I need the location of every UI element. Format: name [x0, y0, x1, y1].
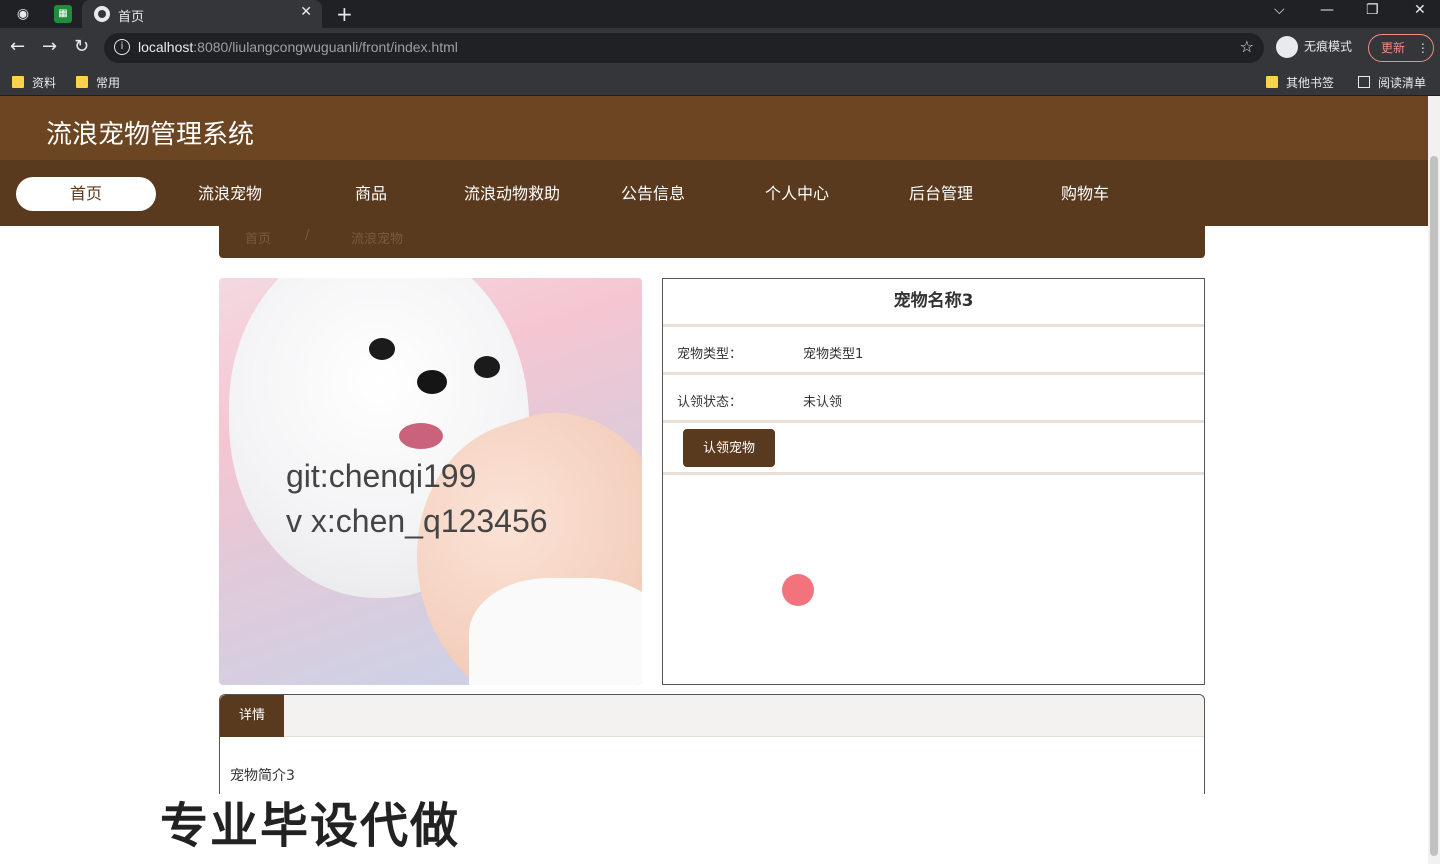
- nav-personal-center[interactable]: 个人中心: [727, 177, 867, 211]
- globe-icon: [94, 6, 110, 22]
- reading-list[interactable]: 阅读清单: [1358, 74, 1426, 91]
- main-nav: 首页 流浪宠物 商品 流浪动物救助 公告信息 个人中心 后台管理 购物车: [0, 160, 1428, 226]
- pet-type-value: 宠物类型1: [803, 347, 864, 362]
- forward-icon[interactable]: →: [42, 36, 57, 57]
- site-title: 流浪宠物管理系统: [46, 120, 255, 150]
- dog-eye: [369, 338, 395, 360]
- bookmarks-bar: 资料 常用 其他书签 阅读清单: [0, 68, 1440, 96]
- sheets-tab-icon[interactable]: ▦: [54, 5, 72, 23]
- update-button[interactable]: 更新 ⋮: [1368, 34, 1434, 62]
- folder-icon: [12, 76, 24, 88]
- browser-menu-icon[interactable]: ◉: [14, 5, 32, 23]
- url-bar[interactable]: i localhost:8080/liulangcongwuguanli/fro…: [104, 33, 1264, 63]
- tab-home[interactable]: 首页 ✕: [82, 0, 322, 28]
- bookmark-star-icon[interactable]: ☆: [1240, 37, 1254, 56]
- pet-intro: 宠物简介3: [230, 768, 295, 784]
- watermark-line-1: git:chenqi199: [286, 458, 477, 494]
- close-tab-icon[interactable]: ✕: [300, 4, 312, 20]
- nav-rescue[interactable]: 流浪动物救助: [442, 177, 582, 211]
- pet-info-panel: 宠物名称3 宠物类型： 宠物类型1 认领状态： 未认领 认领宠物: [662, 278, 1205, 685]
- bookmark-folder-1[interactable]: 资料: [12, 74, 56, 91]
- adopt-status-value: 未认领: [803, 395, 843, 410]
- restore-icon[interactable]: ❐: [1366, 2, 1379, 18]
- nav-home[interactable]: 首页: [16, 177, 156, 211]
- new-tab-icon[interactable]: +: [336, 2, 353, 26]
- scrollbar-thumb[interactable]: [1430, 156, 1438, 856]
- adopt-pet-button[interactable]: 认领宠物: [683, 429, 775, 467]
- pet-type-row: 宠物类型： 宠物类型1: [663, 327, 1204, 375]
- reading-list-icon: [1358, 76, 1370, 88]
- nav-products[interactable]: 商品: [301, 177, 441, 211]
- folder-icon: [1266, 76, 1278, 88]
- adopt-action-row: 认领宠物: [663, 423, 1204, 475]
- tab-search-icon[interactable]: ⌵: [1274, 2, 1285, 18]
- pet-type-label: 宠物类型：: [677, 347, 743, 362]
- tab-title: 首页: [118, 10, 145, 25]
- page-scrollbar[interactable]: [1428, 96, 1440, 864]
- site-header: 流浪宠物管理系统: [0, 96, 1428, 160]
- dog-mouth: [399, 423, 443, 449]
- bookmark-folder-2[interactable]: 常用: [76, 74, 120, 91]
- pet-photo: git:chenqi199 v x:chen_q123456: [219, 278, 642, 685]
- dog-eye: [474, 356, 500, 378]
- tab-detail[interactable]: 详情: [220, 695, 284, 737]
- breadcrumb-home[interactable]: 首页: [245, 228, 271, 247]
- promo-overlay-text: 专业毕设代做: [160, 798, 461, 854]
- click-indicator: [782, 574, 814, 606]
- pet-name: 宠物名称3: [663, 279, 1204, 327]
- nav-stray-pets[interactable]: 流浪宠物: [160, 177, 300, 211]
- nav-announcements[interactable]: 公告信息: [583, 177, 723, 211]
- nav-admin[interactable]: 后台管理: [871, 177, 1011, 211]
- url-text[interactable]: localhost:8080/liulangcongwuguanli/front…: [138, 39, 458, 55]
- watermark-line-2: v x:chen_q123456: [286, 503, 548, 539]
- nav-cart[interactable]: 购物车: [1015, 177, 1155, 211]
- breadcrumb: 首页 / 流浪宠物: [219, 226, 1205, 258]
- browser-tab-strip: ◉ ▦ 首页 ✕ + ⌵ — ❐ ✕: [0, 0, 1440, 28]
- other-bookmarks[interactable]: 其他书签: [1266, 74, 1334, 91]
- incognito-indicator[interactable]: 无痕模式: [1276, 36, 1352, 58]
- page-content: 流浪宠物管理系统 首页 流浪宠物 商品 流浪动物救助 公告信息 个人中心 后台管…: [0, 96, 1428, 864]
- reload-icon[interactable]: ↻: [74, 36, 89, 57]
- breadcrumb-current: 流浪宠物: [351, 232, 404, 247]
- adopt-status-row: 认领状态： 未认领: [663, 375, 1204, 423]
- back-icon[interactable]: ←: [10, 36, 25, 57]
- detail-tabs: 详情: [220, 695, 1204, 737]
- dog-nose: [417, 370, 447, 394]
- site-info-icon[interactable]: i: [114, 39, 130, 55]
- adopt-status-label: 认领状态：: [677, 395, 743, 410]
- address-toolbar: ← → ↻ i localhost:8080/liulangcongwuguan…: [0, 28, 1440, 68]
- detail-section: 详情 宠物简介3: [219, 694, 1205, 794]
- close-window-icon[interactable]: ✕: [1414, 2, 1426, 18]
- minimize-icon[interactable]: —: [1320, 2, 1334, 18]
- breadcrumb-separator: /: [305, 228, 310, 243]
- shirt-shape: [469, 578, 642, 685]
- folder-icon: [76, 76, 88, 88]
- incognito-icon: [1276, 36, 1298, 58]
